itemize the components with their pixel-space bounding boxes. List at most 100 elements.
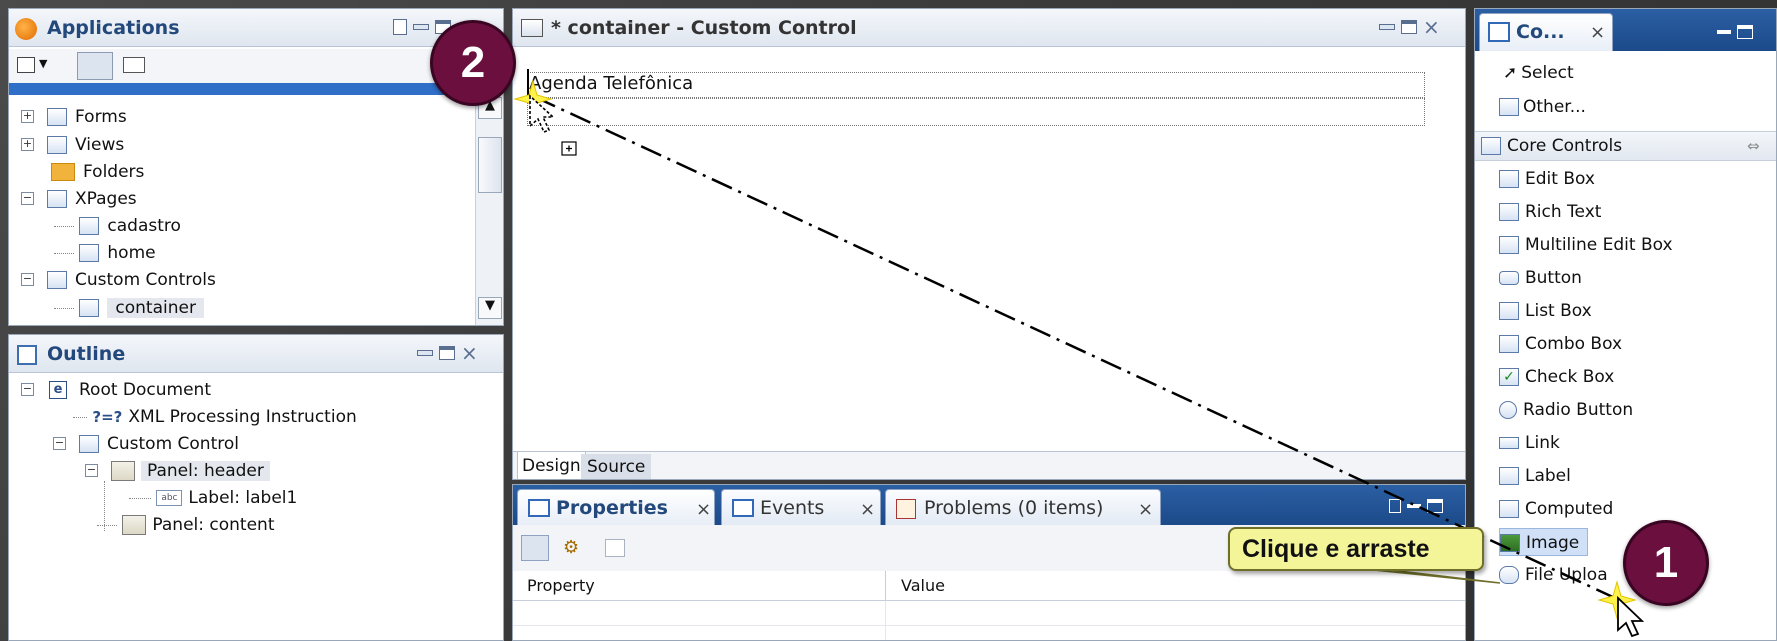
palette-item-computed[interactable]: Computed — [1499, 495, 1613, 523]
item-label: Rich Text — [1525, 202, 1602, 222]
view-menu-icon[interactable] — [393, 19, 407, 35]
collapse-icon[interactable]: − — [21, 383, 34, 396]
close-icon[interactable]: × — [1590, 22, 1605, 43]
panel-content-dropzone[interactable] — [527, 98, 1425, 126]
new-copy-icon[interactable] — [17, 57, 35, 73]
flat-view-icon[interactable] — [123, 57, 145, 73]
chevron-down-icon[interactable]: ▼ — [39, 57, 47, 70]
filter-icon[interactable]: ⚙ — [563, 538, 585, 558]
tab-problems[interactable]: Problems (0 items) × — [885, 489, 1161, 525]
advanced-icon[interactable] — [605, 539, 625, 557]
minimize-button[interactable] — [417, 350, 433, 356]
outline-label[interactable]: abc Label: label1 — [129, 486, 297, 510]
design-canvas[interactable]: Agenda Telefônica — [513, 49, 1465, 451]
panel-icon — [122, 515, 147, 535]
minimize-button[interactable] — [1379, 24, 1395, 30]
collapse-icon[interactable]: − — [53, 437, 66, 450]
panel-icon — [111, 461, 135, 481]
tab-controls[interactable]: Co... × — [1479, 13, 1613, 51]
problems-icon — [896, 499, 916, 519]
tree-item-home[interactable]: home — [54, 241, 156, 265]
tree-item-label: Forms — [75, 107, 127, 127]
minimize-button[interactable] — [1407, 504, 1421, 508]
minimize-button[interactable] — [413, 24, 429, 30]
editor-title: * container - Custom Control — [551, 17, 857, 39]
palette-select[interactable]: ➚ Select — [1503, 59, 1574, 87]
close-icon[interactable]: × — [860, 499, 875, 520]
tree-item-xpages[interactable]: − XPages — [21, 187, 137, 211]
maximize-button[interactable] — [439, 346, 455, 360]
tree-item-container[interactable]: container — [54, 296, 204, 320]
close-icon[interactable]: × — [1138, 499, 1153, 520]
tree-item-label: Root Document — [79, 380, 211, 400]
maximize-button[interactable] — [1427, 499, 1443, 513]
collapse-icon[interactable]: − — [21, 273, 34, 286]
collapse-arrows-icon[interactable]: ⇔ — [1747, 137, 1760, 155]
tree-item-folders[interactable]: Folders — [21, 160, 144, 184]
applications-scrollbar[interactable]: ▲ ▼ — [475, 93, 503, 325]
outline-panel-header[interactable]: − Panel: header — [85, 459, 270, 483]
view-menu-icon[interactable] — [1389, 499, 1401, 513]
scroll-down-button[interactable]: ▼ — [478, 297, 502, 319]
tree-item-label: Label: label1 — [188, 488, 298, 508]
outline-custom-control[interactable]: − Custom Control — [53, 432, 239, 456]
palette-item-image[interactable]: Image — [1499, 528, 1589, 556]
pointer-icon: ➚ — [1503, 63, 1518, 83]
palette-item-list-box[interactable]: List Box — [1499, 297, 1592, 325]
palette-item-check-box[interactable]: ✓ Check Box — [1499, 363, 1614, 391]
tab-source[interactable]: Source — [581, 454, 652, 479]
palette-other[interactable]: Other... — [1499, 93, 1586, 121]
palette-item-link[interactable]: Link — [1499, 429, 1560, 457]
palette-item-button[interactable]: Button — [1499, 264, 1582, 292]
outline-xml-instruction[interactable]: ?=? XML Processing Instruction — [73, 405, 357, 429]
list-box-icon — [1499, 302, 1519, 320]
tab-label: Properties — [556, 497, 668, 519]
expand-icon[interactable]: + — [21, 138, 34, 151]
minimize-button[interactable] — [1717, 30, 1731, 34]
maximize-button[interactable] — [1737, 25, 1753, 39]
palette-item-rich-text[interactable]: Rich Text — [1499, 198, 1601, 226]
palette-item-file-upload[interactable]: File Uploa — [1499, 561, 1608, 589]
column-divider — [885, 601, 886, 640]
column-header-value[interactable]: Value — [901, 576, 945, 595]
image-icon — [1500, 534, 1520, 552]
agenda-label[interactable]: Agenda Telefônica — [529, 73, 693, 94]
tree-item-label: container — [107, 298, 204, 318]
outline-root-document[interactable]: − e Root Document — [21, 378, 211, 402]
xpage-icon — [79, 244, 100, 262]
outline-tree-line — [104, 481, 105, 531]
tree-view-icon[interactable] — [77, 52, 113, 80]
item-label: Combo Box — [1525, 334, 1623, 354]
close-icon[interactable]: × — [696, 499, 711, 520]
palette-item-radio-button[interactable]: Radio Button — [1499, 396, 1633, 424]
outline-panel-content[interactable]: Panel: content — [97, 513, 275, 537]
tab-events[interactable]: Events × — [721, 489, 881, 525]
palette-category[interactable]: Core Controls ⇔ — [1475, 131, 1776, 161]
close-icon[interactable]: × — [1423, 17, 1440, 37]
outline-titlebar: Outline × — [9, 335, 503, 373]
palette-item-combo-box[interactable]: Combo Box — [1499, 330, 1622, 358]
item-label: Multiline Edit Box — [1525, 235, 1673, 255]
column-header-property[interactable]: Property — [527, 576, 595, 595]
tree-item-forms[interactable]: + Forms — [21, 105, 127, 129]
insert-caret — [527, 69, 529, 97]
collapse-icon[interactable]: − — [85, 464, 98, 477]
close-icon[interactable]: × — [461, 343, 478, 363]
item-label: List Box — [1525, 301, 1592, 321]
collapse-icon[interactable]: − — [21, 192, 34, 205]
palette-item-edit-box[interactable]: Edit Box — [1499, 165, 1595, 193]
tab-properties[interactable]: Properties × — [517, 489, 715, 525]
palette-item-multiline-edit-box[interactable]: Multiline Edit Box — [1499, 231, 1673, 259]
item-label: Button — [1525, 268, 1582, 288]
tree-connector — [97, 524, 117, 526]
tree-item-cadastro[interactable]: cadastro — [54, 214, 181, 238]
maximize-button[interactable] — [1401, 20, 1417, 34]
categories-icon[interactable] — [521, 535, 549, 561]
tab-design[interactable]: Design — [517, 452, 586, 479]
expand-icon[interactable]: + — [21, 110, 34, 123]
tree-item-custom-controls[interactable]: − Custom Controls — [21, 268, 216, 292]
tree-item-views[interactable]: + Views — [21, 133, 124, 157]
scroll-thumb[interactable] — [478, 137, 502, 193]
label-icon — [1499, 467, 1519, 485]
palette-item-label[interactable]: Label — [1499, 462, 1571, 490]
